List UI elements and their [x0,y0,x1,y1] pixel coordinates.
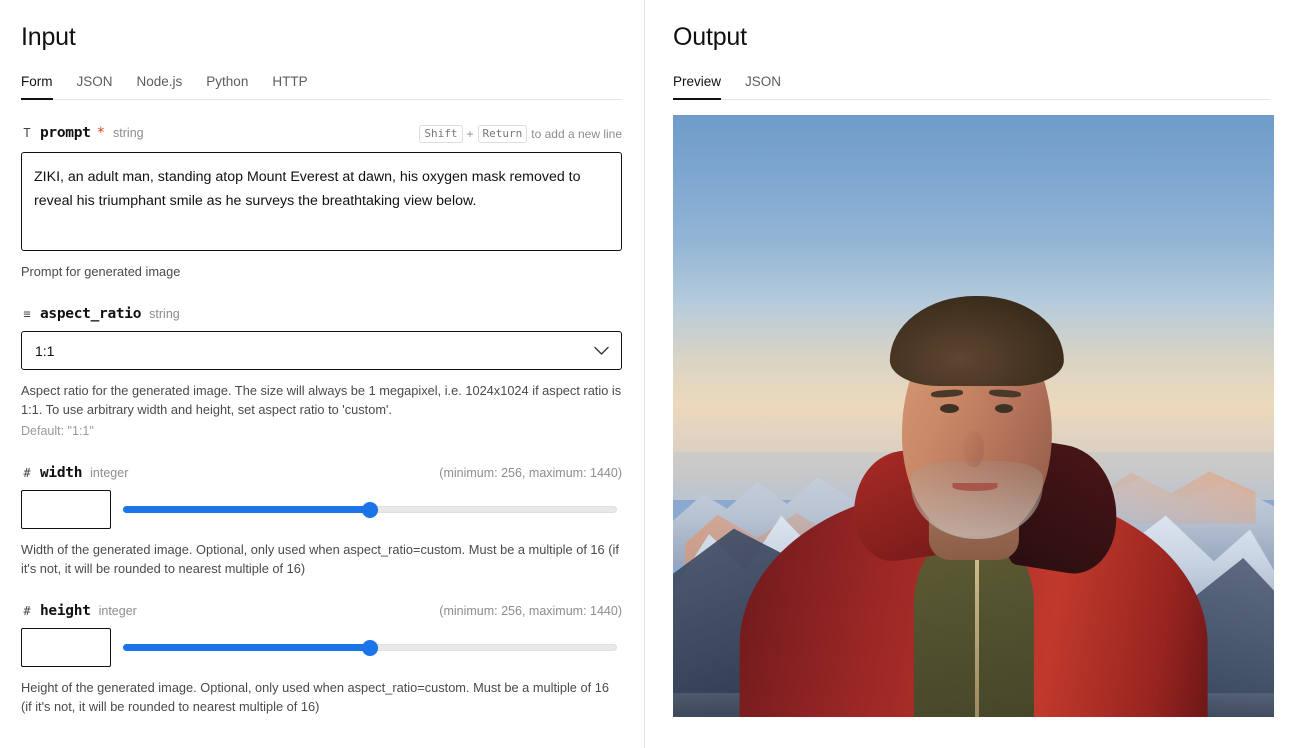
required-marker: * [96,125,106,141]
jacket-zipper [974,560,979,717]
kbd-shift: Shift [419,125,463,143]
tab-preview[interactable]: Preview [673,74,722,100]
field-height-type: integer [98,604,137,618]
newline-hint-text: to add a new line [531,127,622,141]
height-slider[interactable] [123,637,617,659]
input-tabs: Form JSON Node.js Python HTTP [21,69,622,100]
number-hash-icon: # [23,466,31,480]
width-range-note: (minimum: 256, maximum: 1440) [439,466,622,480]
field-aspect-ratio-label: ≡ aspect_ratio string [21,306,180,322]
field-height-name: height [40,603,91,619]
field-prompt: T prompt * string Shift + Return to add a… [21,125,622,281]
tab-python[interactable]: Python [206,74,248,99]
height-slider-fill [123,644,370,651]
output-panel-title: Output [673,23,747,51]
tab-nodejs[interactable]: Node.js [137,74,183,99]
width-number-input[interactable] [21,490,111,529]
field-prompt-type: string [113,126,144,140]
width-control-row [21,490,622,529]
eye-right [994,403,1014,413]
field-width-header: # width integer (minimum: 256, maximum: … [21,465,622,481]
field-height-label: # height integer [21,603,137,619]
number-hash-icon: # [23,604,31,618]
aspect-ratio-select-wrap: 1:1 [21,331,622,370]
aspect-ratio-description: Aspect ratio for the generated image. Th… [21,383,622,417]
height-description: Height of the generated image. Optional,… [21,680,609,714]
playground-root: Input Form JSON Node.js Python HTTP T pr… [0,0,1293,748]
aspect-ratio-default: Default: "1:1" [21,424,94,438]
width-slider-fill [123,506,370,513]
prompt-description: Prompt for generated image [21,264,181,279]
width-description: Width of the generated image. Optional, … [21,542,619,576]
tab-json[interactable]: JSON [77,74,113,99]
field-prompt-name: prompt [40,125,91,141]
tab-http[interactable]: HTTP [272,74,307,99]
aspect-ratio-select[interactable]: 1:1 [21,331,622,370]
nose [963,431,984,468]
output-preview-image[interactable] [673,115,1274,717]
newline-hint: Shift + Return to add a new line [419,125,622,143]
prompt-input[interactable]: ZIKI, an adult man, standing atop Mount … [21,152,622,251]
field-aspect-ratio-name: aspect_ratio [40,306,142,322]
kbd-return: Return [477,125,528,143]
height-range-note: (minimum: 256, maximum: 1440) [439,604,622,618]
width-slider[interactable] [123,499,617,521]
eye-left [940,403,960,413]
field-width-label: # width integer [21,465,128,481]
text-type-icon: T [23,126,31,140]
field-width-name: width [40,465,83,481]
height-number-input[interactable] [21,628,111,667]
input-panel: Input Form JSON Node.js Python HTTP T pr… [0,0,645,748]
field-aspect-ratio-type: string [149,307,180,321]
field-height: # height integer (minimum: 256, maximum:… [21,603,622,716]
field-width-type: integer [90,466,129,480]
field-prompt-label: T prompt * string [21,125,144,141]
tab-form[interactable]: Form [21,74,53,100]
field-prompt-header: T prompt * string Shift + Return to add a… [21,125,622,143]
person-figure [673,115,1274,717]
output-tabs: Preview JSON [673,69,1270,100]
field-width: # width integer (minimum: 256, maximum: … [21,465,622,578]
field-aspect-ratio: ≡ aspect_ratio string 1:1 Aspect ratio f… [21,306,622,440]
field-height-header: # height integer (minimum: 256, maximum:… [21,603,622,619]
height-control-row [21,628,622,667]
list-enum-icon: ≡ [23,307,31,321]
curly-hair [889,295,1064,386]
kbd-plus: + [466,127,474,141]
height-slider-thumb[interactable] [362,639,378,656]
input-panel-title: Input [21,23,76,51]
output-panel: Output Preview JSON [645,0,1293,748]
field-aspect-ratio-header: ≡ aspect_ratio string [21,306,622,322]
tab-output-json[interactable]: JSON [745,74,781,99]
width-slider-thumb[interactable] [362,501,378,518]
generated-image [673,115,1274,717]
